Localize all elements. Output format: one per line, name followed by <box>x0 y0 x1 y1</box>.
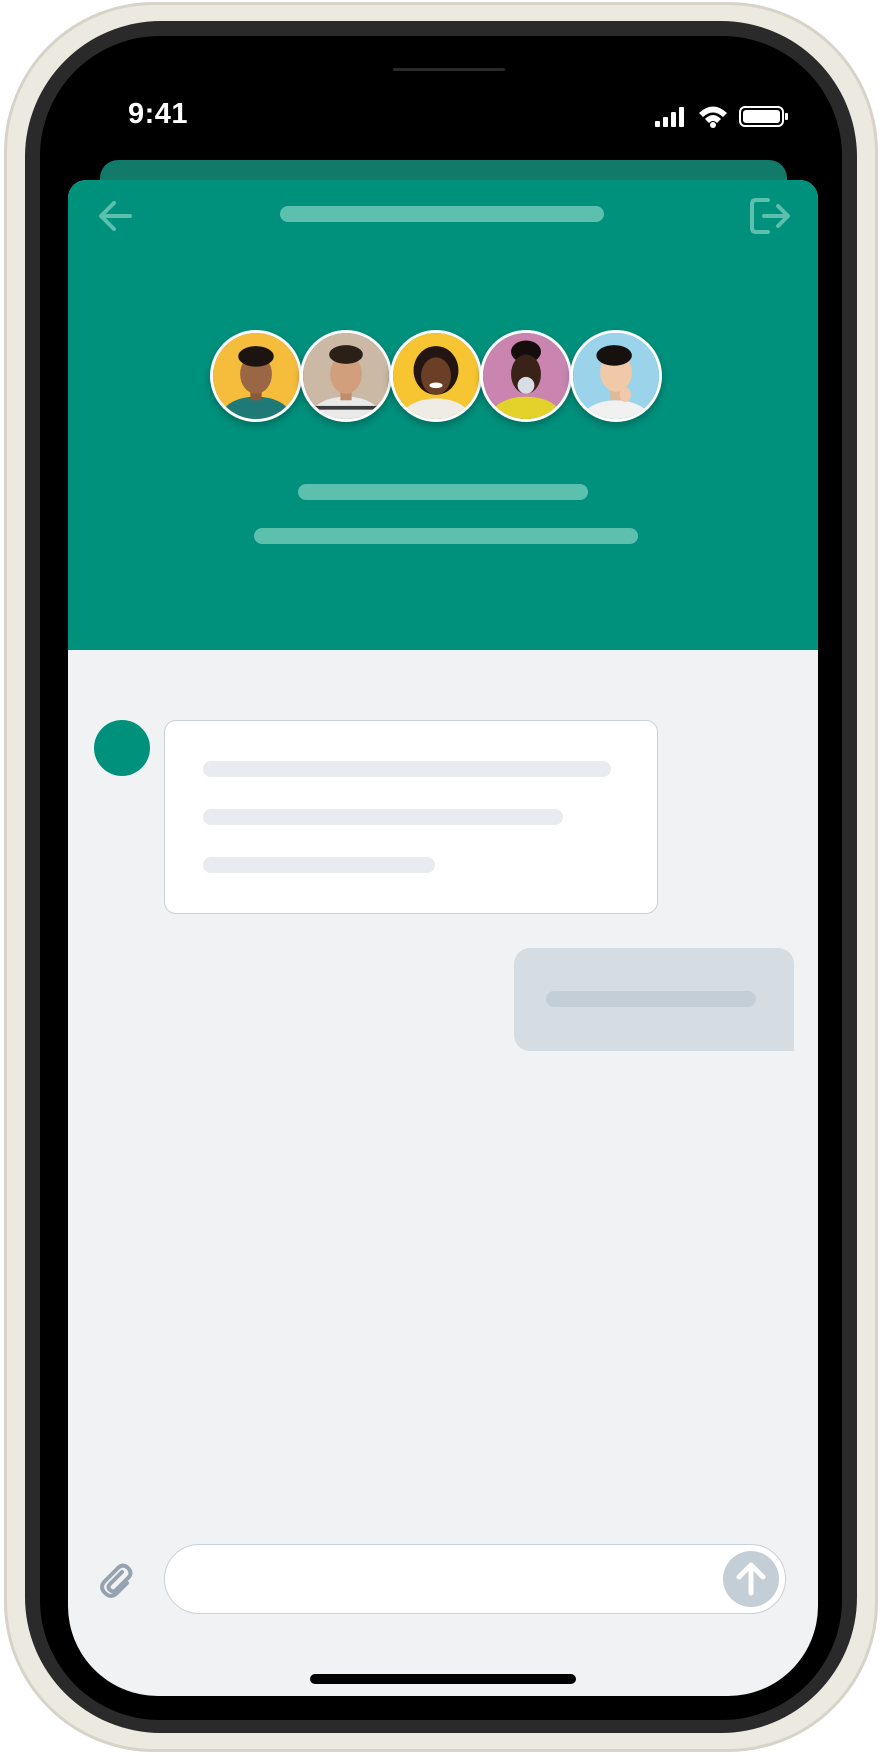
paperclip-icon <box>100 1563 133 1598</box>
chat-header <box>68 180 818 650</box>
message-line-placeholder <box>203 761 611 777</box>
person-photo <box>213 333 299 419</box>
logout-icon <box>750 198 790 234</box>
incoming-message-bubble <box>164 720 658 914</box>
person-photo <box>303 333 389 419</box>
chat-screen <box>68 180 818 1696</box>
avatar <box>480 330 572 422</box>
message-line-placeholder <box>203 809 563 825</box>
status-icons <box>655 106 788 128</box>
header-subtitle-placeholder <box>298 484 588 500</box>
cellular-signal-icon <box>655 107 684 127</box>
header-title-placeholder <box>280 206 604 222</box>
sender-avatar <box>94 720 150 776</box>
send-button[interactable] <box>723 1551 779 1607</box>
outgoing-message-bubble <box>514 948 794 1051</box>
back-arrow-icon <box>99 201 132 231</box>
participants-avatars <box>210 330 680 430</box>
avatar <box>300 330 392 422</box>
logout-button[interactable] <box>748 194 792 238</box>
back-button[interactable] <box>94 194 138 238</box>
person-photo <box>483 333 569 419</box>
message-line-placeholder <box>546 991 756 1007</box>
header-description-placeholder <box>254 528 638 544</box>
battery-icon <box>739 106 788 127</box>
wifi-icon <box>699 106 727 128</box>
avatar <box>570 330 662 422</box>
speaker-grille <box>393 68 505 71</box>
header-curve <box>68 500 818 650</box>
status-time: 9:41 <box>128 98 189 130</box>
avatar <box>210 330 302 422</box>
avatar <box>390 330 482 422</box>
message-input[interactable] <box>164 1544 786 1614</box>
attach-button[interactable] <box>94 1558 138 1602</box>
arrow-up-icon <box>736 1562 766 1596</box>
message-line-placeholder <box>203 857 435 873</box>
home-indicator[interactable] <box>310 1674 576 1684</box>
person-photo <box>573 333 659 419</box>
person-photo <box>393 333 479 419</box>
